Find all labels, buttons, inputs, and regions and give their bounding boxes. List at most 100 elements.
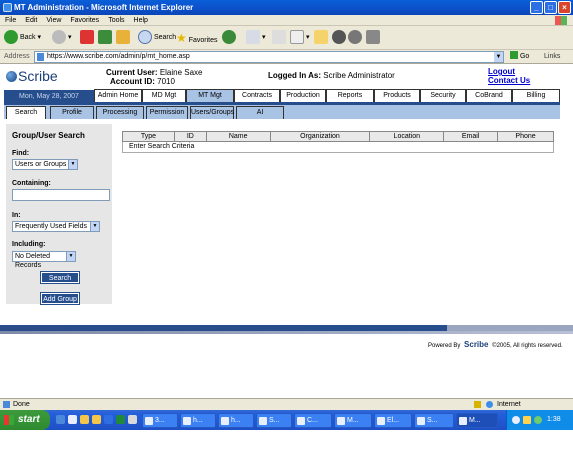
tray-network-icon[interactable]: [512, 416, 520, 424]
page-done-icon: [3, 401, 10, 408]
subtab-processing[interactable]: Processing: [96, 106, 144, 119]
tab-admin-home[interactable]: Admin Home: [94, 89, 142, 102]
quicklaunch-word-icon[interactable]: [104, 415, 113, 424]
subtab-ai[interactable]: AI: [236, 106, 284, 119]
quicklaunch-excel-icon[interactable]: [116, 415, 125, 424]
window-icon: [417, 417, 425, 425]
print-button[interactable]: [272, 30, 286, 46]
minimize-button[interactable]: _: [530, 1, 543, 14]
taskbar-item[interactable]: C...: [294, 413, 332, 428]
column-header-phone[interactable]: Phone: [497, 131, 554, 142]
taskbar-item[interactable]: h...: [218, 413, 254, 428]
taskbar-item[interactable]: S...: [414, 413, 454, 428]
header-links: Logout Contact Us: [488, 67, 530, 85]
window-icon: [337, 417, 345, 425]
chevron-down-icon: ▼: [68, 160, 77, 169]
tab-md-mgt[interactable]: MD Mgt: [142, 89, 186, 102]
tray-security-icon[interactable]: [523, 416, 531, 424]
stop-button[interactable]: [80, 30, 94, 46]
taskbar-item[interactable]: S...: [256, 413, 292, 428]
refresh-button[interactable]: [98, 30, 112, 46]
go-button[interactable]: Go: [510, 50, 529, 64]
tools-button[interactable]: [366, 30, 380, 46]
taskbar-item[interactable]: h...: [180, 413, 216, 428]
add-group-button[interactable]: Add Group: [40, 292, 80, 305]
history-button[interactable]: [222, 30, 236, 46]
tab-mt-mgt[interactable]: MT Mgt: [186, 89, 234, 102]
contact-us-link[interactable]: Contact Us: [488, 76, 530, 85]
close-button[interactable]: ×: [558, 1, 571, 14]
quicklaunch-app-icon[interactable]: [128, 415, 137, 424]
quicklaunch-explorer-icon[interactable]: [92, 415, 101, 424]
menu-file[interactable]: File: [0, 15, 20, 26]
window-icon: [183, 417, 191, 425]
containing-input[interactable]: [12, 189, 110, 201]
chevron-down-icon[interactable]: ▼: [494, 52, 503, 62]
url-text: https://www.scribe.com/admin/p/mt_home.a…: [47, 53, 190, 60]
find-select[interactable]: Users or Groups ▼: [12, 159, 78, 170]
tab-billing[interactable]: Billing: [512, 89, 560, 102]
start-button[interactable]: start: [0, 410, 50, 430]
taskbar-item[interactable]: 3...: [142, 413, 178, 428]
taskbar-item[interactable]: El...: [374, 413, 412, 428]
tab-production[interactable]: Production: [280, 89, 326, 102]
tab-products[interactable]: Products: [374, 89, 420, 102]
subtab-permission[interactable]: Permission: [146, 106, 188, 119]
home-button[interactable]: [116, 30, 130, 46]
column-header-email[interactable]: Email: [443, 131, 499, 142]
edit-button[interactable]: ▾: [290, 30, 309, 46]
column-header-organization[interactable]: Organization: [269, 131, 371, 142]
discuss-button[interactable]: [314, 30, 328, 46]
empty-results-message: Enter Search Criteria: [122, 141, 554, 153]
window-icon: [459, 417, 467, 425]
menu-help[interactable]: Help: [129, 15, 152, 26]
favorites-button[interactable]: ★ Favorites: [176, 30, 218, 46]
search-button[interactable]: Search: [138, 30, 176, 46]
column-header-id[interactable]: ID: [173, 131, 207, 142]
menu-view[interactable]: View: [41, 15, 65, 26]
maximize-button[interactable]: □: [544, 1, 557, 14]
quicklaunch-ie-icon[interactable]: [56, 415, 65, 424]
containing-label: Containing:: [12, 180, 51, 187]
refresh-icon: [98, 30, 112, 45]
menu-favorites[interactable]: Favorites: [65, 15, 103, 26]
column-header-type[interactable]: Type: [122, 131, 175, 142]
home-icon: [116, 30, 130, 45]
tab-contracts[interactable]: Contracts: [234, 89, 280, 102]
column-header-location[interactable]: Location: [369, 131, 445, 142]
footer-band-shadow: [0, 331, 573, 334]
tab-cobrand[interactable]: CoBrand: [466, 89, 512, 102]
window-icon: [259, 417, 267, 425]
forward-button[interactable]: ▾: [52, 30, 71, 46]
links-button[interactable]: Links: [544, 50, 560, 64]
in-select[interactable]: Frequently Used Fields ▼: [12, 221, 100, 232]
tab-security[interactable]: Security: [420, 89, 466, 102]
url-input[interactable]: https://www.scribe.com/admin/p/mt_home.a…: [34, 51, 504, 63]
menu-tools[interactable]: Tools: [103, 15, 128, 26]
folder-icon: [314, 30, 328, 45]
messenger-button[interactable]: [332, 30, 346, 46]
tray-app-icon[interactable]: [534, 416, 542, 424]
subtab-search[interactable]: Search: [6, 106, 46, 119]
subtab-profile[interactable]: Profile: [50, 106, 94, 119]
column-header-name[interactable]: Name: [205, 131, 271, 142]
menu-edit[interactable]: Edit: [20, 15, 41, 26]
taskbar-item[interactable]: M...: [334, 413, 372, 428]
including-select[interactable]: No Deleted Records ▼: [12, 251, 76, 269]
window-title-bar[interactable]: MT Administration - Microsoft Internet E…: [0, 0, 573, 15]
clock[interactable]: 1:38 PM: [547, 410, 573, 450]
quicklaunch-folder-icon[interactable]: [80, 415, 89, 424]
edit-page-icon: [290, 30, 304, 45]
back-button[interactable]: Back ▾: [4, 30, 41, 46]
messenger-icon: [332, 30, 346, 45]
logout-link[interactable]: Logout: [488, 67, 530, 76]
tab-reports[interactable]: Reports: [326, 89, 374, 102]
quicklaunch-desktop-icon[interactable]: [68, 415, 77, 424]
mail-button[interactable]: ▾: [246, 30, 265, 46]
subtab-users-groups[interactable]: Users/Groups: [190, 106, 234, 119]
research-button[interactable]: [348, 30, 362, 46]
status-bar: Done Internet: [0, 398, 573, 410]
taskbar-item-active[interactable]: M...: [456, 413, 498, 428]
browser-toolbar: Back ▾ ▾ Search ★ Favorites ▾ ▾: [0, 26, 573, 50]
search-submit-button[interactable]: Search: [40, 271, 80, 284]
